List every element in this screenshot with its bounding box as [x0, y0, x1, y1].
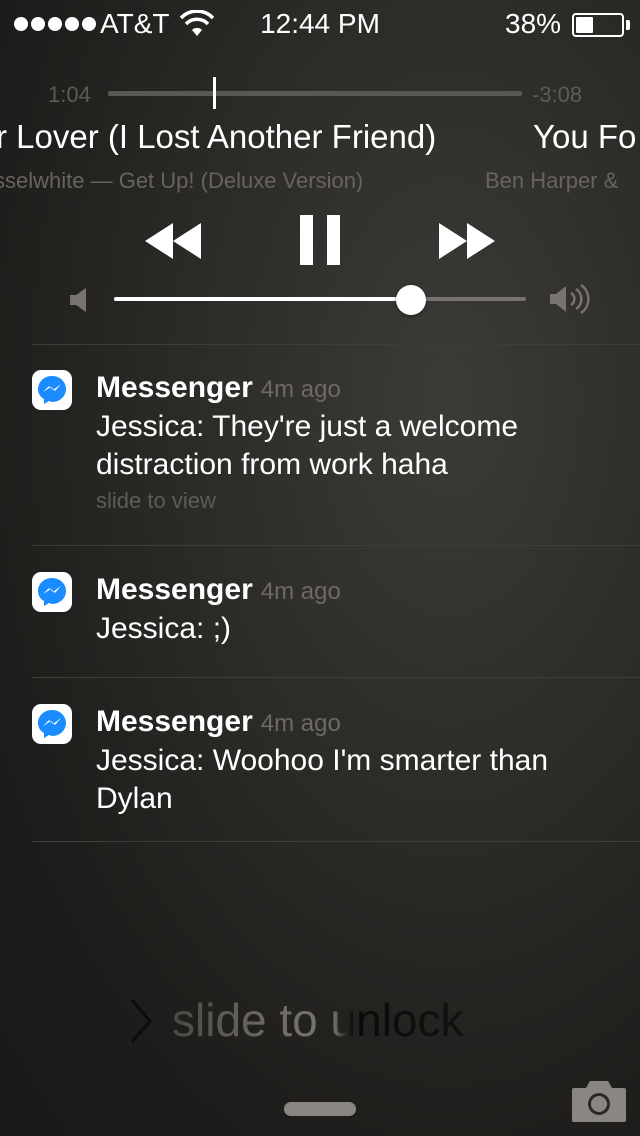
notification-time: 4m ago	[260, 376, 341, 403]
notification-item[interactable]: Messenger 4m ago Jessica: ;)	[0, 572, 640, 662]
scrub-track[interactable]	[108, 91, 522, 96]
scrub-head[interactable]	[213, 77, 216, 109]
volume-fill	[114, 297, 411, 301]
notification-message: Jessica: Woohoo I'm smarter than Dylan	[96, 744, 549, 815]
speaker-low-icon	[70, 288, 86, 312]
slide-to-view-hint: slide to view	[96, 488, 216, 513]
volume-track[interactable]	[114, 297, 526, 301]
notification-item[interactable]: Messenger 4m ago Jessica: Woohoo I'm smar…	[0, 704, 640, 828]
transport-controls	[0, 215, 640, 271]
song-title: r Lover (I Lost Another Friend)	[0, 118, 437, 155]
notification-app-name: Messenger	[96, 573, 253, 606]
volume-knob[interactable]	[396, 285, 426, 315]
song-meta-row: sselwhite — Get Up! (Deluxe Version) Ben…	[0, 166, 640, 198]
next-song-title: You Fo	[533, 118, 637, 155]
next-artist: Ben Harper &	[485, 168, 619, 193]
camera-icon[interactable]	[570, 1078, 628, 1124]
status-bar: AT&T 12:44 PM 38%	[0, 0, 640, 48]
elapsed-time: 1:04	[48, 82, 91, 107]
messenger-icon	[32, 704, 72, 744]
divider	[32, 677, 640, 678]
notification-message: Jessica: ;)	[96, 612, 232, 645]
divider	[32, 545, 640, 546]
remaining-time: -3:08	[532, 82, 583, 107]
battery-icon	[572, 13, 624, 37]
notification-time: 4m ago	[260, 710, 341, 737]
divider	[32, 344, 640, 345]
messenger-icon	[32, 572, 72, 612]
song-title-row: r Lover (I Lost Another Friend) You Fo	[0, 116, 640, 162]
artist-album: sselwhite — Get Up! (Deluxe Version)	[0, 168, 364, 193]
slide-to-unlock[interactable]: slide to unlock	[0, 990, 640, 1060]
notification-item[interactable]: Messenger 4m ago Jessica: They're just a …	[0, 370, 640, 530]
messenger-icon	[32, 370, 72, 410]
volume-control[interactable]	[0, 280, 640, 320]
battery-percentage: 38%	[505, 8, 562, 39]
notification-app-name: Messenger	[96, 371, 253, 404]
control-center-grabber[interactable]	[284, 1102, 356, 1116]
notification-message: Jessica: They're just a welcome distract…	[96, 410, 519, 481]
notification-app-name: Messenger	[96, 705, 253, 738]
slide-to-unlock-label: slide to unlock	[172, 990, 464, 1050]
divider	[32, 841, 640, 842]
battery-tip	[626, 20, 630, 30]
playback-scrubber[interactable]: 1:04 -3:08	[0, 74, 640, 114]
chevron-right-icon	[130, 999, 152, 1043]
speaker-high-icon	[550, 284, 590, 314]
pause-icon[interactable]	[300, 215, 340, 265]
notification-time: 4m ago	[260, 578, 341, 605]
rewind-icon[interactable]	[144, 223, 202, 259]
fast-forward-icon[interactable]	[438, 223, 496, 259]
